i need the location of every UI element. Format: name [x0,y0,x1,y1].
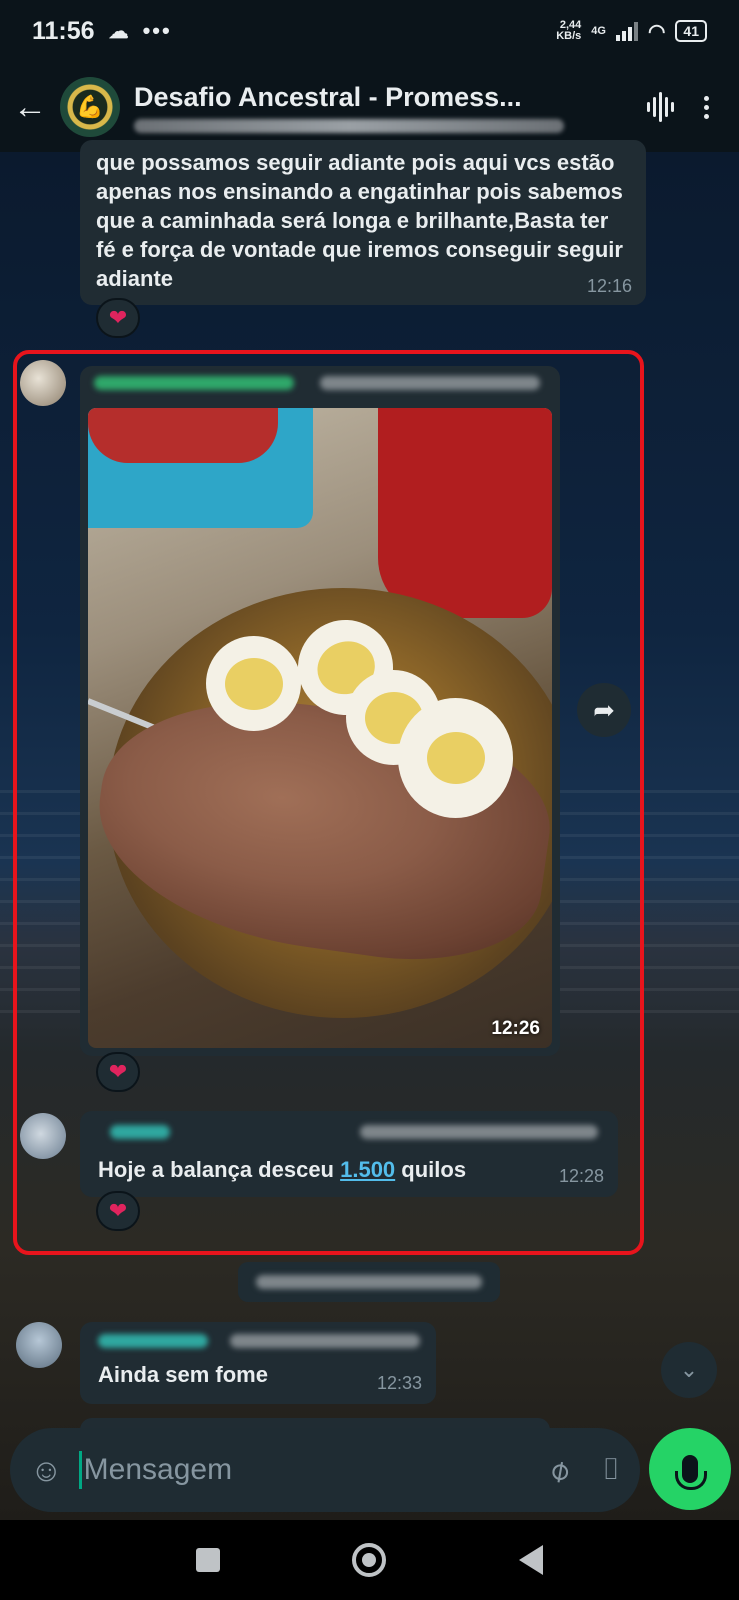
back-button[interactable] [518,1545,543,1575]
message-bubble[interactable]: que possamos seguir adiante pois aqui vc… [80,140,646,305]
recents-button[interactable] [196,1548,221,1572]
message-text: que possamos seguir adiante pois aqui vc… [96,150,623,291]
paperclip-icon[interactable]: ⌀ [542,1450,577,1489]
message-text: Ainda sem fome [98,1362,268,1387]
arrow-left-icon[interactable]: ← [0,88,60,127]
status-time: 11:56 [32,16,95,45]
photo-pot [378,408,552,618]
more-notifications-icon: ••• [142,18,172,43]
message-composer: ☺ ⌀ ⌷ [10,1428,640,1512]
group-avatar[interactable]: 💪 [60,77,120,137]
kebab-dot [704,95,709,101]
message-text: Hoje a balança desceu 1.500 quilos [98,1155,466,1184]
photo-tray-lid [88,408,278,463]
phone-link[interactable]: 1.500 [340,1157,395,1182]
signal-bar [633,22,638,41]
message-text-part: Hoje a balança desceu [98,1157,341,1182]
photo-egg [206,636,301,731]
message-bubble[interactable]: Ainda sem fome 12:33 [80,1322,436,1404]
signal-bar [621,31,626,41]
net-speed: 2,44 KB/s [556,20,581,42]
wave-bar [671,102,674,112]
kebab-dot [704,104,709,110]
sender-phone-blurred [230,1334,420,1348]
chat-subtitle-blurred [134,118,564,133]
sender-avatar[interactable] [16,1322,62,1368]
mic-body [675,1455,707,1490]
header-actions [647,92,739,122]
battery-icon: 41 [675,20,707,42]
sender-phone-blurred [360,1125,598,1139]
food-photo[interactable]: 12:26 [88,408,552,1048]
chat-title-area[interactable]: Desafio Ancestral - Promess... [134,82,574,133]
message-bubble[interactable]: Hoje a balança desceu 1.500 quilos 12:28 [80,1111,618,1197]
sender-name-blurred [94,376,294,390]
microphone-icon[interactable] [649,1428,731,1510]
message-time: 12:16 [586,276,632,296]
sender-avatar[interactable] [20,1113,66,1159]
image-message-bubble[interactable]: 12:26 [80,366,560,1056]
message-time: 12:28 [558,1166,604,1186]
kebab-dot [704,113,709,119]
kebab-menu-icon[interactable] [704,95,709,119]
sender-avatar[interactable] [20,360,66,406]
wave-bar [659,92,662,122]
wifi-icon: ◠ [647,20,666,43]
chat-header: ← 💪 Desafio Ancestral - Promess... [0,62,739,152]
wave-bar [647,102,650,112]
system-notice-blurred [238,1262,500,1302]
sender-name-blurred [98,1334,208,1348]
status-bar: 11:56 ☁ ••• 2,44 KB/s 4G ◠ 41 [0,0,739,62]
home-button[interactable] [352,1543,387,1577]
wave-bar [665,97,668,117]
wave-bar [653,97,656,117]
message-text-part: quilos [395,1157,467,1182]
signal-icon [615,21,638,41]
camera-icon[interactable]: ⌷ [602,1453,620,1487]
message-time: 12:26 [491,1018,540,1039]
heart-reaction-icon[interactable]: ❤ [96,298,140,338]
sender-name-blurred [110,1125,170,1139]
chat-title: Desafio Ancestral - Promess... [134,81,522,112]
status-right: 2,44 KB/s 4G ◠ 41 [556,19,707,44]
text-caret [78,1451,82,1489]
notice-blur [256,1275,482,1289]
message-time: 12:33 [376,1373,422,1393]
photo-egg [398,698,513,818]
egg-yolk [426,732,485,784]
message-input[interactable] [83,1453,464,1487]
network-type: 4G [591,25,606,37]
sticker-icon[interactable]: ☺ [30,1452,63,1489]
heart-reaction-icon[interactable]: ❤ [96,1052,140,1092]
heart-reaction-icon[interactable]: ❤ [96,1191,140,1231]
signal-bar [627,27,632,41]
voice-wave-icon[interactable] [647,92,674,122]
sender-phone-blurred [320,376,540,390]
signal-bar [615,35,620,41]
cloud-icon: ☁ [108,20,129,43]
system-nav-bar [0,1520,739,1600]
forward-icon[interactable]: ➦ [577,683,631,737]
net-speed-unit: KB/s [556,30,582,42]
scroll-to-bottom-icon[interactable]: ⌄ [661,1342,717,1398]
egg-yolk [224,657,283,710]
